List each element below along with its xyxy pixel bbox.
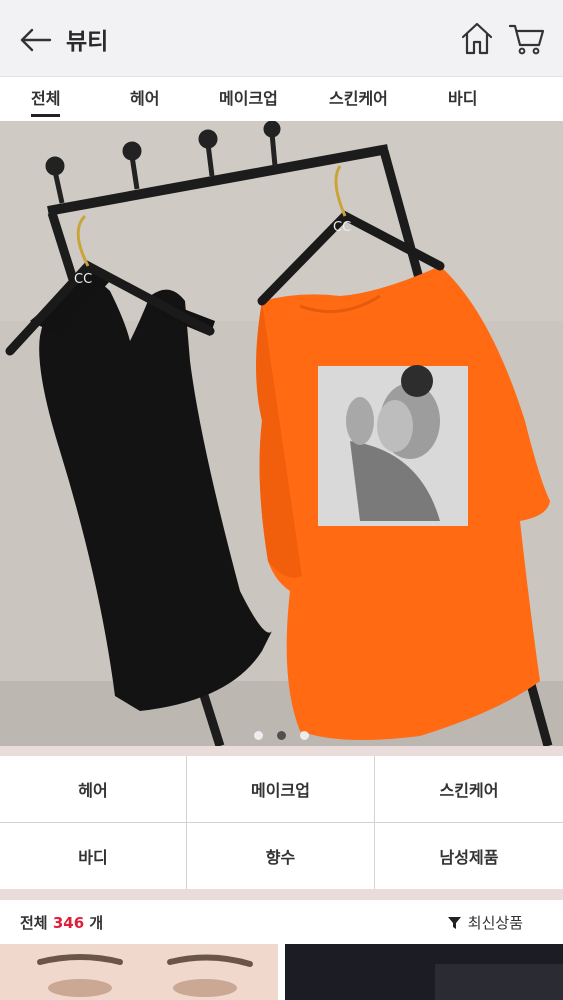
carousel-dot[interactable] — [254, 731, 263, 740]
product-card[interactable] — [285, 944, 563, 1000]
back-arrow-icon[interactable] — [18, 22, 54, 58]
category-skincare[interactable]: 스킨케어 — [375, 756, 563, 822]
tab-hair[interactable]: 헤어 — [130, 85, 159, 109]
banner-image: CC CC — [0, 121, 563, 746]
category-tabs: 전체 헤어 메이크업 스킨케어 바디 — [0, 77, 563, 122]
banner-carousel[interactable]: CC CC — [0, 121, 563, 746]
category-men[interactable]: 남성제품 — [375, 823, 563, 889]
cart-icon[interactable] — [507, 18, 547, 58]
page-title: 뷰티 — [66, 29, 109, 55]
sort-label: 최신상품 — [467, 914, 523, 932]
top-header: 뷰티 — [0, 0, 563, 77]
category-body[interactable]: 바디 — [0, 823, 186, 889]
carousel-dots — [0, 725, 563, 744]
tab-body[interactable]: 바디 — [448, 85, 477, 109]
app-screen: 뷰티 전체 헤어 메이크업 스킨케어 바디 CC CC 헤어 메이크업 스킨케어… — [0, 0, 563, 1000]
carousel-dot-active[interactable] — [277, 731, 286, 740]
tab-skincare[interactable]: 스킨케어 — [329, 85, 388, 109]
product-image — [0, 944, 278, 1000]
filter-icon — [447, 917, 461, 929]
total-suffix: 개 — [89, 914, 104, 932]
total-count: 346 — [52, 914, 85, 932]
total-prefix: 전체 — [20, 914, 48, 932]
svg-text:CC: CC — [74, 272, 92, 287]
product-card[interactable] — [0, 944, 278, 1000]
category-makeup[interactable]: 메이크업 — [187, 756, 374, 822]
sort-button[interactable]: 최신상품 — [447, 912, 523, 933]
carousel-dot[interactable] — [300, 731, 309, 740]
category-grid-section: 헤어 메이크업 스킨케어 바디 향수 남성제품 — [0, 746, 563, 900]
product-total: 전체 346 개 — [20, 912, 103, 933]
product-image — [285, 944, 563, 1000]
tab-makeup[interactable]: 메이크업 — [219, 85, 278, 109]
tab-all[interactable]: 전체 — [31, 85, 61, 117]
category-perfume[interactable]: 향수 — [187, 823, 374, 889]
category-hair[interactable]: 헤어 — [0, 756, 186, 822]
home-icon[interactable] — [457, 18, 497, 58]
svg-text:CC: CC — [333, 220, 351, 235]
product-list-header: 전체 346 개 최신상품 — [0, 900, 563, 944]
category-grid: 헤어 메이크업 스킨케어 바디 향수 남성제품 — [0, 756, 563, 889]
